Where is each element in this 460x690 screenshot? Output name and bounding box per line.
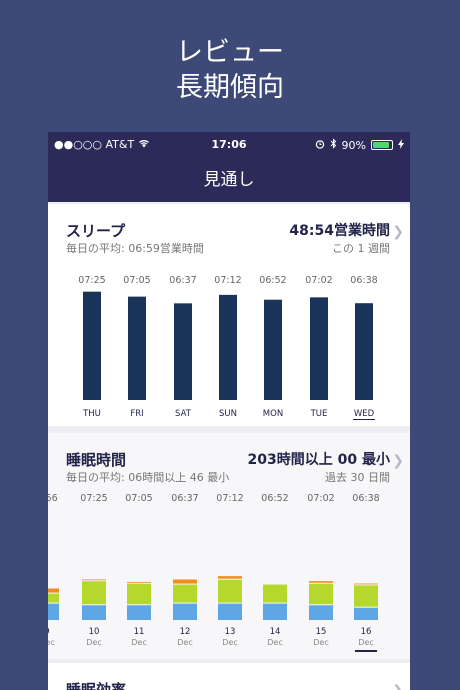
light-sleep-segment bbox=[48, 593, 59, 603]
bar-date-label: 10 bbox=[89, 627, 100, 637]
bar-day-label: SAT bbox=[175, 409, 192, 419]
charging-icon bbox=[398, 138, 404, 152]
sleep-bar bbox=[128, 296, 146, 400]
awake-segment bbox=[309, 581, 333, 583]
bar-month-label: Dec bbox=[86, 638, 101, 647]
sleep-bar bbox=[355, 303, 373, 400]
sleep-efficiency-card[interactable]: 睡眠効率 ❯ bbox=[48, 663, 410, 690]
bar-month-label: Dec bbox=[222, 638, 237, 647]
bar-value-label: 07:02 bbox=[307, 493, 334, 504]
sleep-stacked-chart: 6:569Dec07:2510Dec07:0511Dec06:3712Dec07… bbox=[48, 493, 380, 652]
deep-sleep-segment bbox=[354, 607, 378, 620]
sleep-card-total: 48:54営業時間 bbox=[289, 223, 390, 239]
deep-sleep-segment bbox=[218, 603, 242, 620]
bar-value-label: 07:25 bbox=[80, 493, 107, 504]
nav-bar: 見通し bbox=[48, 158, 410, 202]
deep-sleep-segment bbox=[48, 603, 59, 620]
hours-card-period: 過去 30 日間 bbox=[325, 471, 390, 484]
bar-value-label: 07:12 bbox=[216, 493, 243, 504]
chevron-right-icon: ❯ bbox=[392, 453, 404, 469]
bar-month-label: Dec bbox=[48, 638, 55, 647]
chevron-right-icon: ❯ bbox=[392, 224, 404, 240]
bar-date-label: 12 bbox=[180, 627, 191, 637]
selected-day-underline bbox=[355, 650, 377, 652]
bluetooth-icon bbox=[330, 138, 337, 152]
bar-month-label: Dec bbox=[313, 638, 328, 647]
promo-title-line1: レビュー bbox=[176, 37, 284, 68]
deep-sleep-segment bbox=[263, 603, 287, 620]
sleep-bar bbox=[83, 291, 101, 400]
hours-card-total: 203時間以上 00 最小 bbox=[247, 452, 390, 468]
sleep-card-title: スリープ bbox=[66, 222, 126, 240]
bar-month-label: Dec bbox=[358, 638, 373, 647]
light-sleep-segment bbox=[127, 583, 151, 605]
bar-value-label: 07:05 bbox=[125, 493, 152, 504]
bar-day-label: TUE bbox=[310, 409, 328, 419]
bar-value-label: 06:52 bbox=[261, 493, 288, 504]
battery-percent: 90% bbox=[341, 138, 366, 152]
hours-card-subtitle: 毎日の平均: 06時間以上 46 最小 bbox=[66, 471, 230, 484]
alarm-icon bbox=[315, 139, 325, 152]
bar-month-label: Dec bbox=[131, 638, 146, 647]
bar-day-label: SUN bbox=[219, 409, 237, 419]
bar-date-label: 9 bbox=[48, 627, 50, 637]
sleep-bar bbox=[174, 303, 192, 400]
deep-sleep-segment bbox=[173, 603, 197, 620]
bar-date-label: 13 bbox=[225, 627, 236, 637]
bar-date-label: 14 bbox=[270, 627, 281, 637]
deep-sleep-segment bbox=[309, 605, 333, 620]
selected-day-underline bbox=[353, 419, 375, 420]
status-bar: ●●○○○ AT&T 17:06 90% bbox=[48, 132, 410, 158]
bar-value-label: 07:25 bbox=[78, 275, 105, 286]
deep-sleep-segment bbox=[82, 605, 106, 620]
bar-date-label: 11 bbox=[134, 627, 145, 637]
bar-day-label: MON bbox=[263, 409, 283, 419]
light-sleep-segment bbox=[218, 579, 242, 603]
battery-icon bbox=[371, 140, 393, 150]
bar-value-label: 06:38 bbox=[350, 275, 377, 286]
deep-sleep-segment bbox=[127, 605, 151, 620]
bar-day-label: FRI bbox=[130, 409, 143, 419]
bar-month-label: Dec bbox=[177, 638, 192, 647]
awake-segment bbox=[354, 583, 378, 585]
bar-month-label: Dec bbox=[267, 638, 282, 647]
awake-segment bbox=[48, 588, 59, 593]
sleep-hours-card[interactable]: 睡眠時間 毎日の平均: 06時間以上 46 最小 203時間以上 00 最小 過… bbox=[48, 433, 410, 659]
bar-value-label: 6:56 bbox=[48, 493, 58, 504]
bar-date-label: 15 bbox=[316, 627, 327, 637]
sleep-bar bbox=[310, 297, 328, 400]
bar-day-label: WED bbox=[354, 409, 375, 419]
bar-value-label: 07:02 bbox=[305, 275, 332, 286]
bar-value-label: 06:38 bbox=[352, 493, 379, 504]
bar-value-label: 07:05 bbox=[123, 275, 150, 286]
awake-segment bbox=[127, 581, 151, 583]
sleep-bar-chart: 07:25 THU 07:05 FRI 06:37 SAT 07:12 SUN 06:52 MON… bbox=[78, 275, 378, 420]
light-sleep-segment bbox=[309, 583, 333, 605]
awake-segment bbox=[218, 576, 242, 579]
sleep-bar bbox=[264, 299, 282, 400]
awake-segment bbox=[173, 579, 197, 584]
bar-date-label: 16 bbox=[361, 627, 372, 637]
bar-value-label: 07:12 bbox=[214, 275, 241, 286]
sleep-card-subtitle: 毎日の平均: 06:59営業時間 bbox=[66, 242, 204, 255]
bar-value-label: 06:52 bbox=[259, 275, 286, 286]
awake-segment bbox=[82, 579, 106, 581]
efficiency-card-title: 睡眠効率 bbox=[66, 681, 127, 690]
promo-header: レビュー 長期傾向 bbox=[0, 36, 460, 106]
hours-card-title: 睡眠時間 bbox=[66, 451, 127, 469]
light-sleep-segment bbox=[263, 584, 287, 603]
sleep-card-period: この 1 週間 bbox=[332, 242, 390, 255]
sleep-card[interactable]: スリープ 毎日の平均: 06:59営業時間 48:54営業時間 この 1 週間 … bbox=[48, 204, 410, 426]
light-sleep-segment bbox=[173, 584, 197, 603]
chevron-right-icon: ❯ bbox=[392, 683, 404, 690]
bar-day-label: THU bbox=[82, 409, 101, 419]
bar-value-label: 06:37 bbox=[169, 275, 196, 286]
promo-title-line2: 長期傾向 bbox=[176, 72, 284, 103]
bar-value-label: 06:37 bbox=[171, 493, 198, 504]
light-sleep-segment bbox=[354, 585, 378, 607]
sleep-bar bbox=[219, 294, 237, 400]
phone-screen: ●●○○○ AT&T 17:06 90% 見通し スリープ 毎日の平均: 06:… bbox=[48, 132, 410, 690]
nav-title: 見通し bbox=[203, 170, 255, 190]
light-sleep-segment bbox=[82, 581, 106, 605]
